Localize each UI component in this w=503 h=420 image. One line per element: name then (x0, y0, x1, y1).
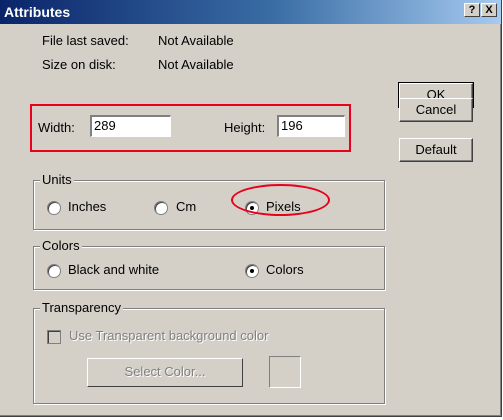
transparency-group: Transparency (33, 300, 385, 404)
file-saved-label: File last saved: (42, 33, 129, 48)
black-and-white-radio[interactable] (47, 264, 61, 278)
inches-radio[interactable] (47, 201, 61, 215)
file-saved-value: Not Available (158, 33, 234, 48)
select-color-button[interactable]: Select Color... (87, 358, 243, 387)
attributes-dialog: Attributes ? X File last saved: Not Avai… (0, 0, 502, 417)
help-button[interactable]: ? (464, 3, 480, 17)
units-group-title: Units (40, 172, 74, 187)
transparent-checkbox-label: Use Transparent background color (69, 328, 269, 343)
title-bar[interactable]: Attributes ? X (0, 0, 501, 24)
close-button[interactable]: X (481, 3, 497, 17)
cm-radio[interactable] (154, 201, 168, 215)
color-swatch (269, 356, 301, 388)
size-on-disk-label: Size on disk: (42, 57, 116, 72)
cm-label[interactable]: Cm (176, 199, 196, 214)
transparent-checkbox[interactable] (47, 330, 61, 344)
dialog-title: Attributes (4, 4, 71, 20)
annotation-highlight-box (30, 104, 351, 152)
colors-group-title: Colors (40, 238, 82, 253)
inches-label[interactable]: Inches (68, 199, 106, 214)
black-and-white-label[interactable]: Black and white (68, 262, 159, 277)
size-on-disk-value: Not Available (158, 57, 234, 72)
cancel-button[interactable]: Cancel (399, 98, 473, 122)
transparency-group-title: Transparency (40, 300, 123, 315)
default-button[interactable]: Default (399, 138, 473, 162)
colors-label[interactable]: Colors (266, 262, 304, 277)
colors-radio[interactable] (245, 264, 259, 278)
annotation-highlight-ellipse (231, 184, 330, 216)
